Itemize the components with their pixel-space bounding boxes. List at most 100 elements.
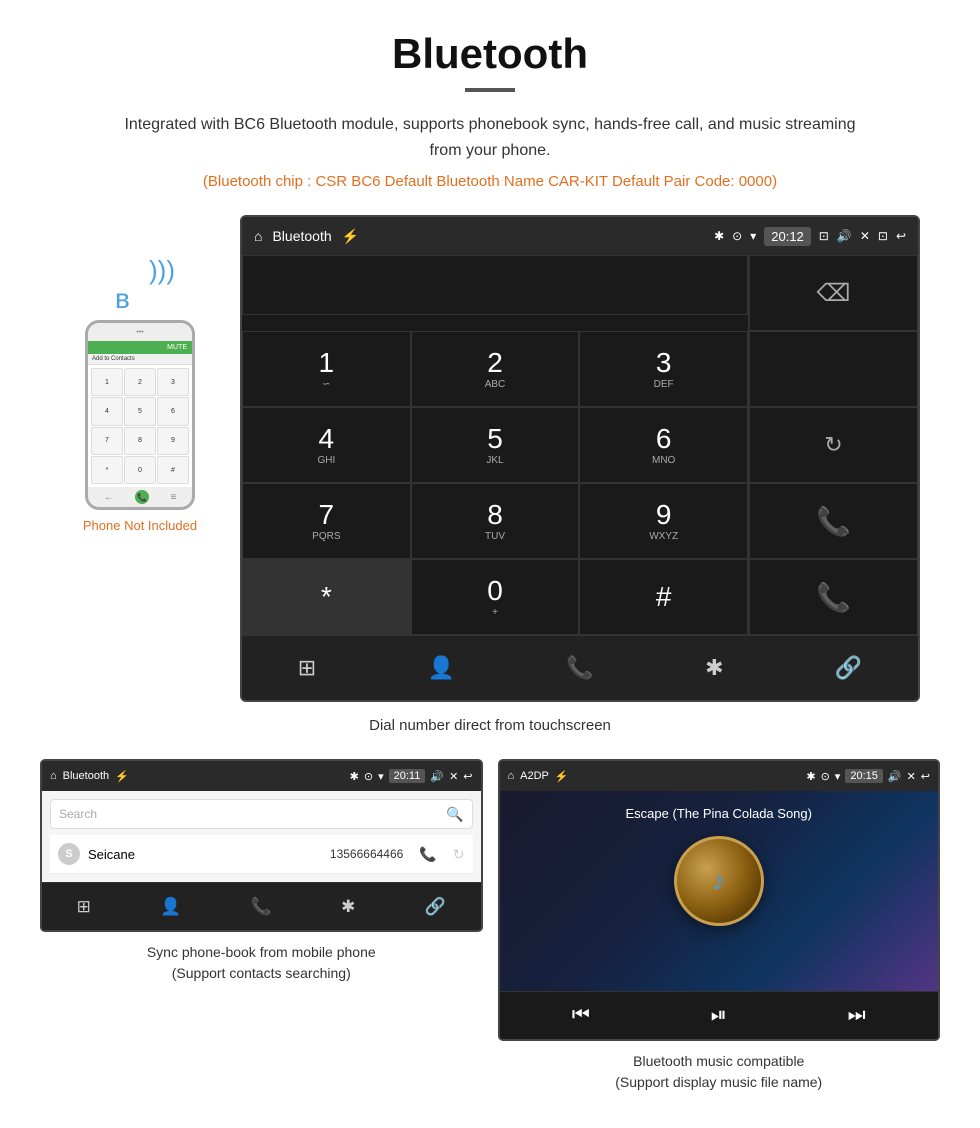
refresh-button[interactable]: ↻	[749, 407, 918, 483]
contact-refresh-icon[interactable]: ↻	[453, 846, 465, 863]
description-text: Integrated with BC6 Bluetooth module, su…	[90, 112, 890, 163]
pb-nav-bt[interactable]: ✱	[341, 897, 355, 917]
dial-key-7[interactable]: 7 PQRS	[242, 483, 411, 559]
dial-key-6[interactable]: 6 MNO	[579, 407, 748, 483]
dial-key-9[interactable]: 9 WXYZ	[579, 483, 748, 559]
call-button[interactable]: 📞	[749, 483, 918, 559]
dial-key-3[interactable]: 3 DEF	[579, 331, 748, 407]
music-status-left: ⌂ A2DP ⚡	[508, 770, 569, 783]
title-divider	[465, 88, 515, 92]
phone-keypad-mini: 1 2 3 4 5 6 7 8 9 * 0 #	[88, 365, 192, 487]
backspace-button[interactable]: ⌫	[749, 255, 918, 331]
back-icon[interactable]: ↩	[896, 229, 906, 243]
car-dial-screen: ⌂ Bluetooth ⚡ ✱ ⊙ ▾ 20:12 ⊡ 🔊 ✕ ⊡ ↩	[240, 215, 920, 702]
pb-title: Bluetooth	[63, 770, 109, 782]
nav-calls-icon[interactable]: 📞	[566, 655, 593, 681]
nav-dialpad-icon[interactable]: ⊞	[298, 655, 316, 681]
page-title: Bluetooth	[0, 0, 980, 88]
status-right: ✱ ⊙ ▾ 20:12 ⊡ 🔊 ✕ ⊡ ↩	[714, 227, 906, 246]
dialpad-area: 1 ∽ 2 ABC 3 DEF 4 GHI 5 JKL	[242, 255, 918, 635]
pb-home-icon[interactable]: ⌂	[50, 770, 57, 782]
pb-vol[interactable]: 🔊	[430, 770, 444, 783]
music-back[interactable]: ↩	[921, 770, 930, 783]
prev-button[interactable]: ⏮	[572, 1004, 590, 1027]
phone-bottom-bar: ← 📞 ≡	[88, 487, 192, 507]
phone-key-3: 3	[157, 368, 189, 396]
play-pause-button[interactable]: ⏯	[711, 1004, 727, 1027]
dial-key-4[interactable]: 4 GHI	[242, 407, 411, 483]
phone-key-9: 9	[157, 427, 189, 455]
music-vol[interactable]: 🔊	[888, 770, 902, 783]
dial-key-1[interactable]: 1 ∽	[242, 331, 411, 407]
dial-key-0[interactable]: 0 +	[411, 559, 580, 635]
music-status-bar: ⌂ A2DP ⚡ ✱ ⊙ ▾ 20:15 🔊 ✕ ↩	[500, 761, 939, 791]
phonebook-status-bar: ⌂ Bluetooth ⚡ ✱ ⊙ ▾ 20:11 🔊 ✕ ↩	[42, 761, 481, 791]
pb-nav-link[interactable]: 🔗	[425, 897, 446, 917]
music-title: A2DP	[520, 770, 549, 782]
bt-symbol: ʙ	[115, 283, 130, 315]
bt-status-icon: ✱	[714, 229, 724, 243]
next-button[interactable]: ⏭	[848, 1004, 866, 1027]
empty-action-1	[749, 331, 918, 407]
dial-key-hash[interactable]: #	[579, 559, 748, 635]
usb-icon: ⚡	[342, 228, 359, 245]
contact-call-icon[interactable]: 📞	[419, 846, 436, 863]
phone-key-4: 4	[91, 397, 123, 425]
pb-bt-icon: ✱	[350, 770, 359, 783]
pb-bottom-nav: ⊞ 👤 📞 ✱ 🔗	[42, 882, 481, 930]
phone-key-5: 5	[124, 397, 156, 425]
music-time: 20:15	[845, 769, 883, 783]
phonebook-screen: ⌂ Bluetooth ⚡ ✱ ⊙ ▾ 20:11 🔊 ✕ ↩ Search	[40, 759, 483, 932]
music-controls: ⏮ ⏯ ⏭	[500, 991, 939, 1039]
phone-key-7: 7	[91, 427, 123, 455]
status-left: ⌂ Bluetooth ⚡	[254, 228, 359, 245]
phone-key-hash: #	[157, 456, 189, 484]
dial-key-5[interactable]: 5 JKL	[411, 407, 580, 483]
home-icon[interactable]: ⌂	[254, 228, 262, 244]
pb-nav-grid[interactable]: ⊞	[77, 897, 91, 917]
close-icon[interactable]: ✕	[860, 229, 870, 243]
song-title: Escape (The Pina Colada Song)	[626, 806, 812, 821]
dial-key-8[interactable]: 8 TUV	[411, 483, 580, 559]
dial-caption: Dial number direct from touchscreen	[0, 717, 980, 734]
music-usb-icon: ⚡	[555, 770, 569, 783]
phone-key-2: 2	[124, 368, 156, 396]
contact-row[interactable]: S Seicane 13566664466 📞 ↻	[50, 835, 473, 874]
search-bar[interactable]: Search 🔍	[50, 799, 473, 829]
music-close[interactable]: ✕	[907, 770, 916, 783]
bluetooth-wifi-icon: ʙ )))	[105, 255, 175, 315]
phone-call-btn: 📞	[135, 490, 149, 504]
pb-close[interactable]: ✕	[449, 770, 458, 783]
phone-screen: MUTE Add to Contacts 1 2 3 4 5 6 7 8 9 *…	[88, 341, 192, 487]
volume-icon[interactable]: 🔊	[837, 229, 852, 243]
wifi-waves: )))	[149, 255, 175, 286]
pb-nav-user[interactable]: 👤	[160, 897, 181, 917]
bottom-screenshots: ⌂ Bluetooth ⚡ ✱ ⊙ ▾ 20:11 🔊 ✕ ↩ Search	[0, 759, 980, 1093]
phone-key-1: 1	[91, 368, 123, 396]
dialpad-right: ⌫ ↻ 📞 📞	[749, 255, 918, 635]
dial-key-star[interactable]: *	[242, 559, 411, 635]
pb-back[interactable]: ↩	[463, 770, 472, 783]
pb-nav-call[interactable]: 📞	[251, 897, 272, 917]
nav-link-icon[interactable]: 🔗	[835, 655, 862, 681]
music-bt-icon: ✱	[806, 770, 815, 783]
camera-icon[interactable]: ⊡	[819, 229, 829, 243]
phonebook-content: Search 🔍 S Seicane 13566664466 📞 ↻	[42, 791, 481, 882]
contact-avatar: S	[58, 843, 80, 865]
music-home-icon[interactable]: ⌂	[508, 770, 515, 782]
music-caption: Bluetooth music compatible(Support displ…	[615, 1051, 822, 1093]
contact-name: Seicane	[88, 847, 322, 862]
dial-key-2[interactable]: 2 ABC	[411, 331, 580, 407]
pb-time: 20:11	[389, 769, 426, 783]
car-bottom-nav: ⊞ 👤 📞 ✱ 🔗	[242, 635, 918, 700]
nav-bluetooth-icon[interactable]: ✱	[705, 655, 723, 681]
phone-key-6: 6	[157, 397, 189, 425]
status-title: Bluetooth	[272, 228, 331, 244]
phone-key-star: *	[91, 456, 123, 484]
window-icon[interactable]: ⊡	[878, 229, 888, 243]
nav-contacts-icon[interactable]: 👤	[428, 655, 455, 681]
end-call-button[interactable]: 📞	[749, 559, 918, 635]
pb-status-left: ⌂ Bluetooth ⚡	[50, 770, 129, 783]
pb-status-right: ✱ ⊙ ▾ 20:11 🔊 ✕ ↩	[350, 769, 473, 783]
music-status-right: ✱ ⊙ ▾ 20:15 🔊 ✕ ↩	[806, 769, 930, 783]
